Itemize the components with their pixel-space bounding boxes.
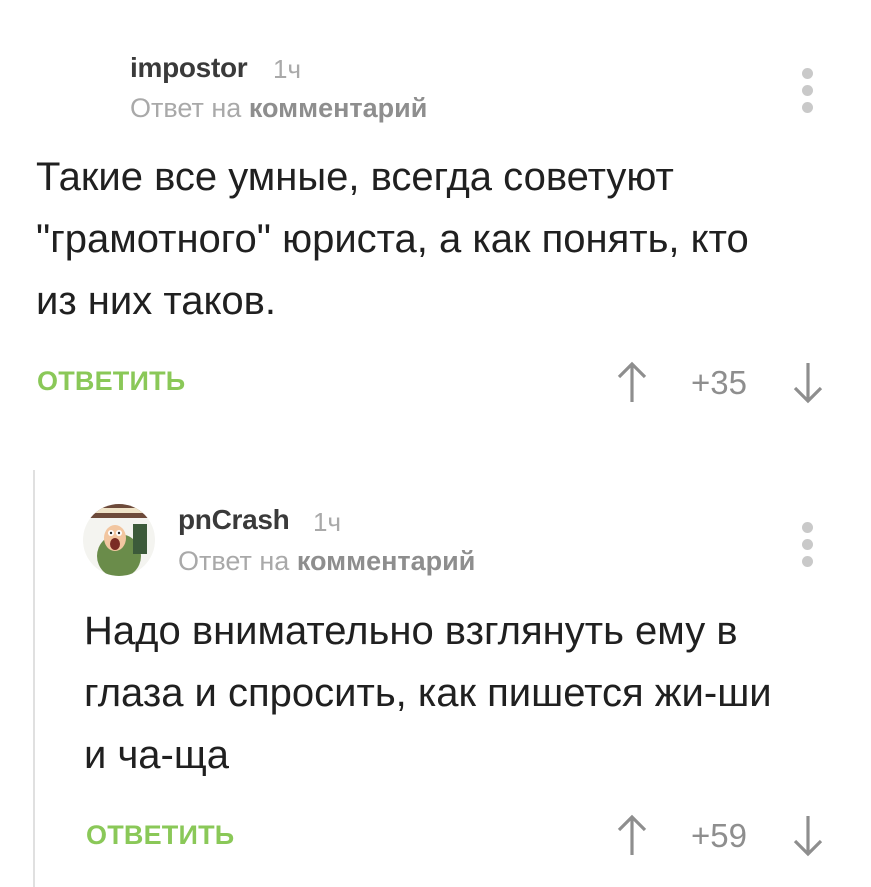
- vote-up-arrow-icon[interactable]: [615, 360, 649, 404]
- vote-score: +59: [691, 817, 747, 854]
- comment-text: Такие все умные, всегда советуют "грамот…: [36, 155, 749, 323]
- comment-text: Надо внимательно взглянуть ему в глаза и…: [84, 609, 772, 777]
- avatar-image: [83, 504, 155, 576]
- vote-down-arrow-icon[interactable]: [791, 814, 825, 858]
- comment-time: 1ч: [273, 54, 302, 84]
- reply-to-prefix: Ответ на: [130, 93, 242, 123]
- more-vertical-icon[interactable]: [798, 68, 818, 118]
- comment-time: 1ч: [313, 507, 342, 537]
- reply-to-link[interactable]: комментарий: [297, 546, 476, 576]
- comment-username[interactable]: pnCrash: [178, 504, 290, 536]
- comment-pncrash: pnCrash 1ч Ответ на комментарий Надо вни…: [0, 470, 871, 887]
- reply-to-prefix: Ответ на: [178, 546, 290, 576]
- comment-impostor: impostor 1ч Ответ на комментарий Такие в…: [0, 0, 871, 440]
- vote-down-arrow-icon[interactable]: [791, 361, 825, 405]
- more-vertical-icon[interactable]: [798, 522, 818, 572]
- reply-to-line: Ответ на комментарий: [130, 93, 427, 124]
- avatar[interactable]: [83, 504, 155, 576]
- reply-button[interactable]: ОТВЕТИТЬ: [37, 366, 185, 397]
- reply-to-line: Ответ на комментарий: [178, 546, 475, 577]
- vote-up-arrow-icon[interactable]: [615, 813, 649, 857]
- reply-to-link[interactable]: комментарий: [249, 93, 428, 123]
- reply-button[interactable]: ОТВЕТИТЬ: [86, 820, 234, 851]
- vote-score: +35: [691, 364, 747, 401]
- comment-username[interactable]: impostor: [130, 52, 248, 84]
